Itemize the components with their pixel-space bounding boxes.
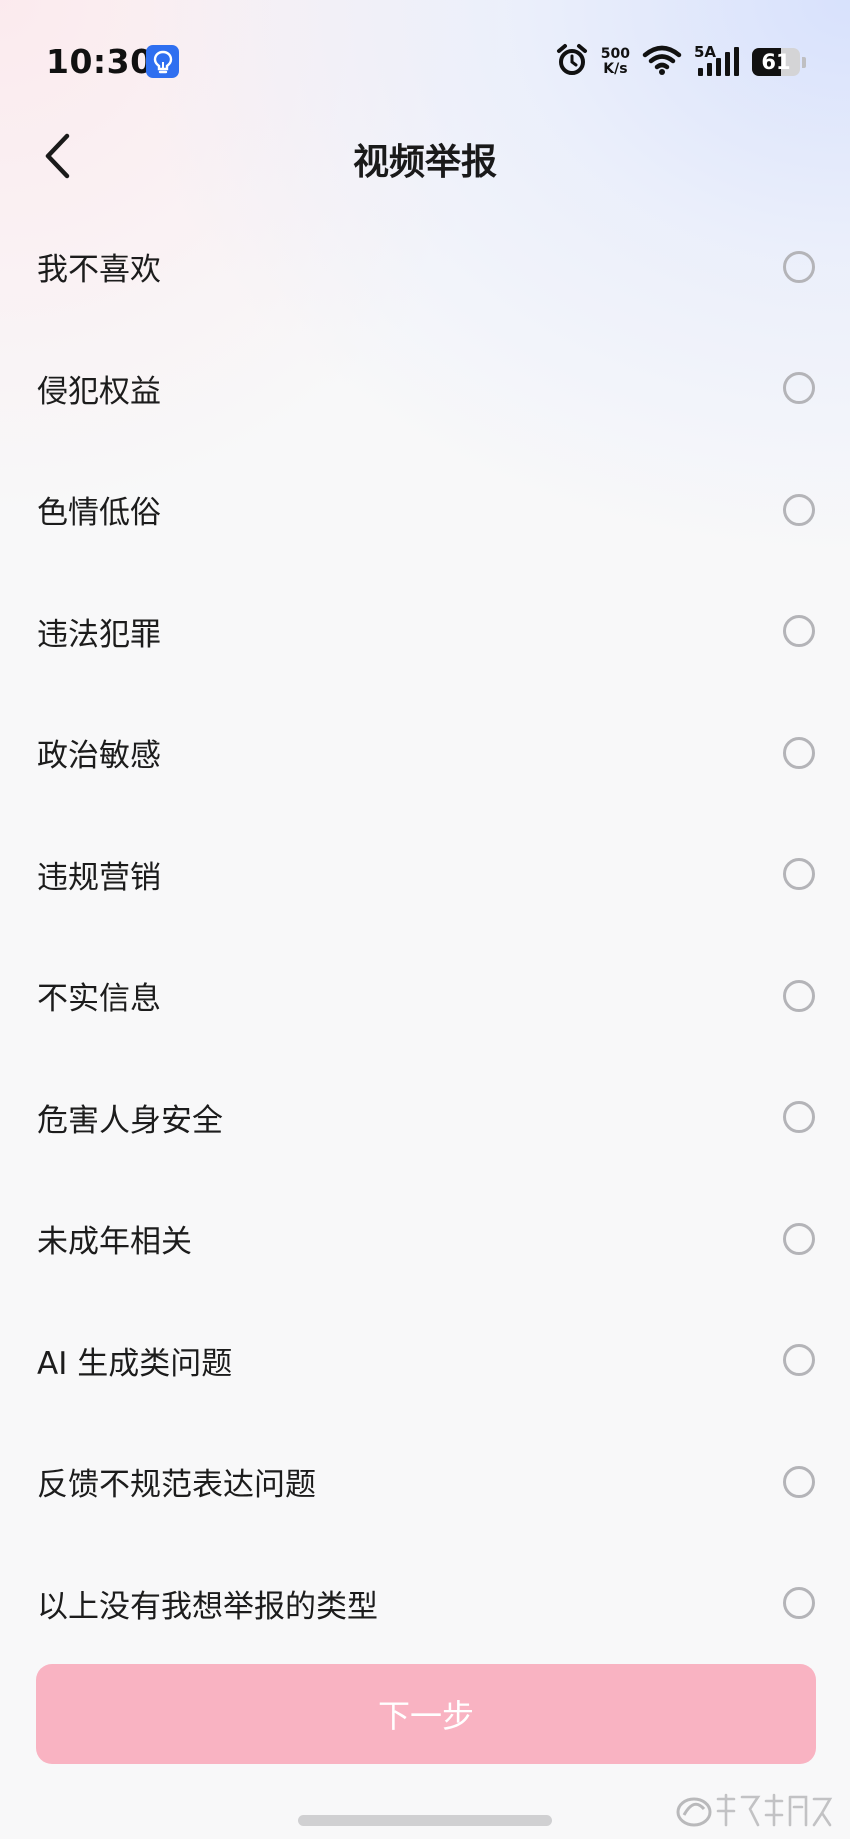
radio-button[interactable] [783, 1344, 815, 1377]
option-label: 以上没有我想举报的类型 [37, 1588, 378, 1625]
radio-button[interactable] [783, 1465, 815, 1498]
radio-button[interactable] [783, 1222, 815, 1255]
report-option-list: 我不喜欢 侵犯权益 色情低俗 违法犯罪 政治敏感 违规营销 不实信息 危害人身安… [0, 206, 850, 1664]
radio-button[interactable] [783, 250, 815, 283]
report-option[interactable]: 不实信息 [0, 935, 850, 1057]
clock: 10:30 [46, 42, 154, 81]
option-label: 违法犯罪 [37, 616, 161, 653]
cellular-signal: 5A [694, 43, 740, 78]
report-option[interactable]: 危害人身安全 [0, 1057, 850, 1179]
home-indicator[interactable] [298, 1815, 552, 1826]
watermark-logo [674, 1785, 834, 1835]
status-icons: 500 K/s 5A 61 [555, 43, 806, 81]
wifi-icon [642, 44, 682, 80]
option-label: 我不喜欢 [37, 252, 161, 289]
option-label: 反馈不规范表达问题 [37, 1467, 316, 1504]
status-bar: 10:30 500 K/s 5A 61 [0, 0, 850, 120]
report-option[interactable]: 反馈不规范表达问题 [0, 1421, 850, 1543]
option-label: 侵犯权益 [37, 373, 161, 410]
option-label: 危害人身安全 [37, 1102, 223, 1139]
radio-button[interactable] [783, 1587, 815, 1620]
option-label: 违规营销 [37, 859, 161, 896]
alarm-icon [555, 43, 589, 81]
header: 视频举报 [0, 120, 850, 196]
net-speed: 500 K/s [601, 47, 630, 77]
report-option[interactable]: 以上没有我想举报的类型 [0, 1543, 850, 1665]
radio-button[interactable] [783, 979, 815, 1012]
option-label: 不实信息 [37, 981, 161, 1018]
page-title: 视频举报 [352, 142, 497, 183]
report-option[interactable]: AI 生成类问题 [0, 1300, 850, 1422]
report-option[interactable]: 违规营销 [0, 814, 850, 936]
report-option[interactable]: 未成年相关 [0, 1178, 850, 1300]
lightbulb-icon [146, 45, 179, 78]
option-label: 政治敏感 [37, 738, 161, 775]
radio-button[interactable] [783, 1101, 815, 1134]
option-label: 未成年相关 [37, 1224, 192, 1261]
next-step-button[interactable]: 下一步 [36, 1664, 816, 1764]
report-option[interactable]: 我不喜欢 [0, 206, 850, 328]
radio-button[interactable] [783, 493, 815, 526]
net-speed-value: 500 [600, 46, 630, 62]
report-option[interactable]: 政治敏感 [0, 692, 850, 814]
report-option[interactable]: 侵犯权益 [0, 328, 850, 450]
battery-indicator: 61 [752, 48, 800, 76]
radio-button[interactable] [783, 858, 815, 891]
battery-cap [802, 56, 806, 68]
report-option[interactable]: 违法犯罪 [0, 571, 850, 693]
option-label: AI 生成类问题 [37, 1345, 233, 1382]
radio-button[interactable] [783, 615, 815, 648]
option-label: 色情低俗 [37, 495, 161, 532]
radio-button[interactable] [783, 736, 815, 769]
report-option[interactable]: 色情低俗 [0, 449, 850, 571]
net-speed-unit: K/s [603, 61, 628, 77]
radio-button[interactable] [783, 372, 815, 405]
battery-level: 61 [761, 50, 791, 74]
